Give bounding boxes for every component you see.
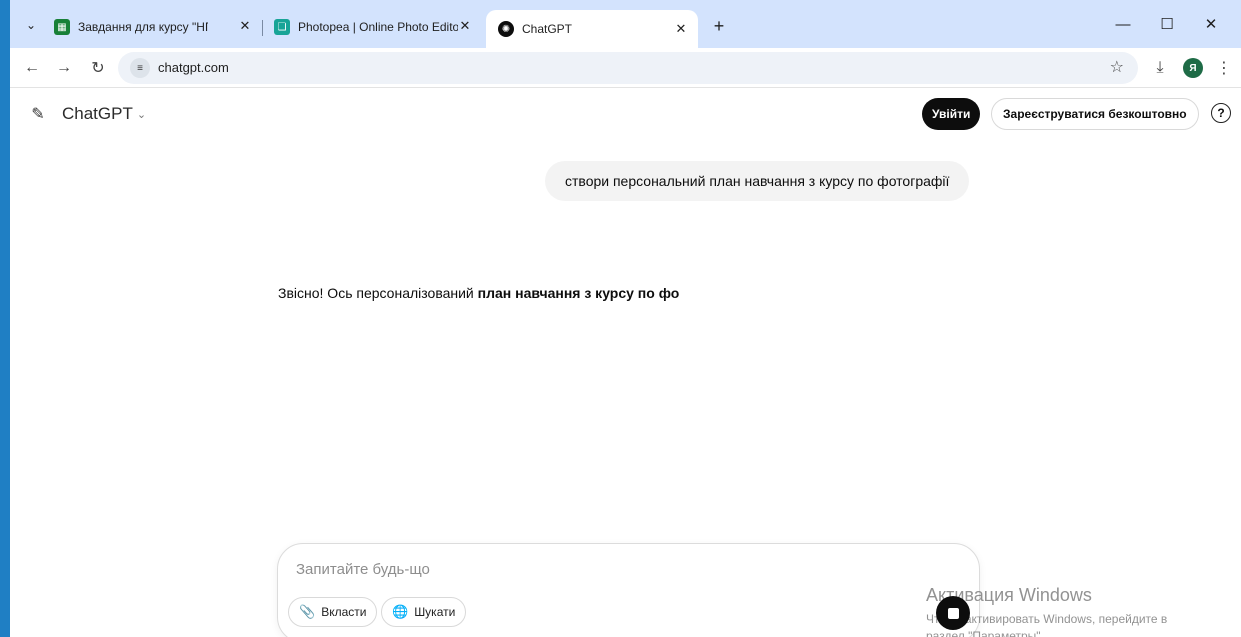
- search-button[interactable]: 🌐 Шукати: [381, 597, 467, 627]
- tab-course-task[interactable]: ▦ Завдання для курсу "НП "Циф ✕: [54, 14, 254, 40]
- minimize-button[interactable]: —: [1111, 12, 1135, 36]
- stop-generating-button[interactable]: [936, 596, 970, 630]
- maximize-button[interactable]: ☐: [1155, 12, 1179, 36]
- close-tab-icon[interactable]: ✕: [236, 17, 254, 35]
- back-button[interactable]: ←: [20, 56, 44, 80]
- user-message: створи персональний план навчання з курс…: [545, 161, 970, 201]
- browser-menu-button[interactable]: ⋮: [1212, 56, 1236, 80]
- maximize-icon: ☐: [1160, 16, 1174, 33]
- attach-button[interactable]: 📎 Вкласти: [288, 597, 378, 627]
- address-url[interactable]: chatgpt.com: [158, 60, 229, 75]
- browser-tab-strip: ⌄ ▦ Завдання для курсу "НП "Циф ✕ ❏ Phot…: [10, 0, 1241, 48]
- tab-title: ChatGPT: [522, 22, 573, 36]
- minimize-icon: —: [1115, 15, 1131, 33]
- edit-icon: ✎: [31, 106, 45, 123]
- assistant-message: Звісно! Ось персоналізований план навчан…: [278, 285, 679, 301]
- reload-icon: ↻: [91, 60, 105, 77]
- new-tab-button[interactable]: +: [707, 14, 731, 38]
- tab-photopea[interactable]: ❏ Photopea | Online Photo Editor ✕: [274, 14, 474, 40]
- message-composer: 📎 Вкласти 🌐 Шукати: [277, 543, 980, 637]
- close-tab-icon[interactable]: ✕: [456, 17, 474, 35]
- download-icon: ⤓: [1156, 59, 1164, 76]
- assistant-text: Звісно! Ось персоналізований: [278, 285, 478, 301]
- tab-divider: [262, 20, 263, 36]
- chatgpt-favicon-icon: ✺: [498, 21, 514, 37]
- model-label: ChatGPT: [62, 104, 133, 123]
- windows-activation-line: раздел "Параметры".: [926, 629, 1044, 637]
- tab-chatgpt[interactable]: ✺ ChatGPT ✕: [486, 10, 698, 48]
- reload-button[interactable]: ↻: [86, 56, 110, 80]
- prompt-input[interactable]: [296, 561, 936, 578]
- tab-title: Photopea | Online Photo Editor: [298, 20, 458, 34]
- photopea-favicon-icon: ❏: [274, 19, 290, 35]
- assistant-bold-text: план навчання з курсу по фо: [477, 285, 680, 301]
- attach-label: Вкласти: [321, 605, 367, 619]
- chatgpt-header: ✎ ChatGPT ⌄ Увійти Зареєструватися безко…: [10, 88, 1241, 144]
- model-selector[interactable]: ChatGPT ⌄: [62, 104, 146, 124]
- close-icon: ✕: [1204, 16, 1218, 33]
- close-window-button[interactable]: ✕: [1199, 12, 1223, 36]
- chevron-down-icon: ⌄: [25, 18, 37, 32]
- new-chat-button[interactable]: ✎: [26, 102, 50, 126]
- close-tab-icon[interactable]: ✕: [672, 20, 690, 38]
- profile-avatar[interactable]: Я: [1183, 58, 1203, 78]
- forward-button[interactable]: →: [52, 56, 76, 80]
- bookmark-star-icon[interactable]: ☆: [1110, 57, 1124, 77]
- help-icon[interactable]: ?: [1211, 103, 1231, 123]
- browser-toolbar: ← → ↻ ≡ chatgpt.com ☆ ⤓ Я ⋮: [10, 48, 1241, 88]
- downloads-button[interactable]: ⤓: [1148, 56, 1172, 80]
- address-bar[interactable]: ≡ chatgpt.com ☆: [118, 52, 1138, 84]
- classroom-favicon-icon: ▦: [54, 19, 70, 35]
- login-button[interactable]: Увійти: [922, 98, 981, 130]
- desktop-edge: [0, 0, 10, 637]
- search-label: Шукати: [414, 605, 456, 619]
- tab-search-menu[interactable]: ⌄: [18, 12, 44, 38]
- signup-button[interactable]: Зареєструватися безкоштовно: [991, 98, 1199, 130]
- site-settings-icon[interactable]: ≡: [130, 58, 150, 78]
- globe-icon: 🌐: [392, 604, 409, 619]
- paperclip-icon: 📎: [299, 604, 316, 619]
- arrow-left-icon: ←: [24, 59, 40, 76]
- arrow-right-icon: →: [56, 59, 72, 76]
- stop-icon: [947, 607, 959, 619]
- tab-title: Завдання для курсу "НП "Циф: [78, 20, 208, 34]
- plus-icon: +: [713, 15, 725, 36]
- chevron-down-icon: ⌄: [136, 108, 147, 121]
- kebab-menu-icon: ⋮: [1216, 60, 1232, 77]
